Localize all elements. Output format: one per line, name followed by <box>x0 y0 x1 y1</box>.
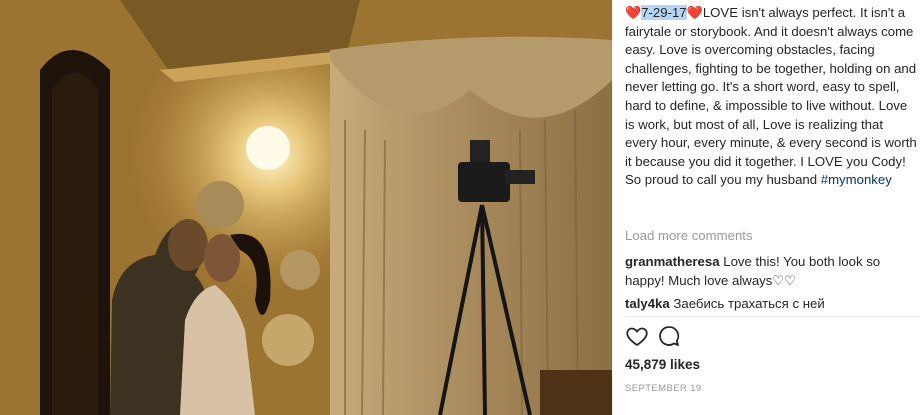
comment-username-link[interactable]: granmatheresa <box>625 254 720 269</box>
caption-date-highlight: 7-29-17 <box>641 5 687 20</box>
post-caption: ❤️7-29-17❤️LOVE isn't always perfect. It… <box>625 4 917 190</box>
section-divider <box>625 316 920 317</box>
post-photo[interactable] <box>0 0 612 415</box>
caption-text: LOVE isn't always perfect. It isn't a fa… <box>625 5 917 188</box>
heart-emoji-icon: ❤️ <box>686 5 703 20</box>
comment-item: granmatheresa Love this! You both look s… <box>625 253 917 290</box>
speech-bubble-icon[interactable] <box>657 324 681 348</box>
comment-text: Заебись трахаться с ней <box>673 296 825 311</box>
couple-photo-illustration <box>0 0 612 415</box>
heart-emoji-icon: ❤️ <box>625 5 642 20</box>
caption-hashtag-link[interactable]: #mymonkey <box>821 172 892 187</box>
comment-item: taly4ka Заебись трахаться с ней <box>625 295 917 314</box>
likes-count[interactable]: 45,879 likes <box>625 357 700 372</box>
post-date: SEPTEMBER 19 <box>625 383 702 394</box>
heart-outline-icon[interactable] <box>625 324 649 348</box>
comment-username-link[interactable]: taly4ka <box>625 296 670 311</box>
load-more-comments-link[interactable]: Load more comments <box>625 228 753 243</box>
post-details-panel: ❤️7-29-17❤️LOVE isn't always perfect. It… <box>612 0 920 415</box>
